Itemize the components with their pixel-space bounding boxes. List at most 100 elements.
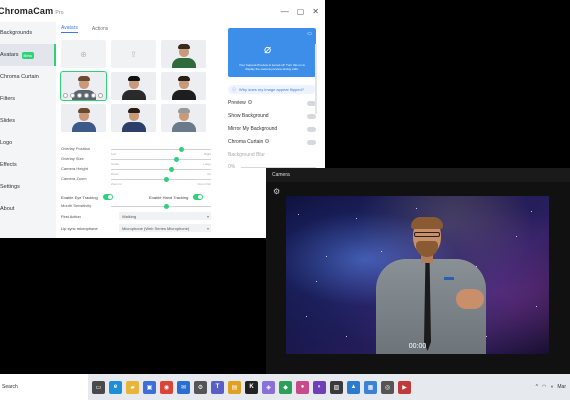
avatar-body [71, 122, 96, 132]
mouth-sensitivity-knob[interactable] [164, 204, 169, 209]
option-label: Background Blur [228, 152, 265, 158]
star [298, 214, 299, 215]
hand-tracking-label: Enable Hand Tracking [149, 194, 189, 200]
chrome-icon[interactable]: ◉ [160, 380, 173, 394]
taskbar-search[interactable]: Search [0, 374, 88, 400]
app7-icon[interactable]: ▦ [364, 380, 377, 394]
sidebar-item-label: About [0, 206, 15, 212]
info-icon[interactable] [265, 139, 270, 143]
avatar-card[interactable]: ⇪ [111, 40, 156, 68]
maximize-button[interactable]: ▢ [297, 7, 305, 16]
tray-date[interactable]: Mar [557, 384, 566, 390]
lip-sync-select[interactable]: Microphone (Web Series Microphone) ▾ [119, 224, 211, 232]
app2-icon[interactable]: ◆ [279, 380, 292, 394]
app8-icon[interactable]: ▶ [398, 380, 411, 394]
star [536, 306, 537, 307]
sidebar-item-chroma-curtain[interactable]: Chroma Curtain [0, 66, 56, 88]
sidebar-item-settings[interactable]: Settings [0, 176, 56, 198]
avatar-hair [177, 44, 190, 49]
settings-icon[interactable]: ⚙ [194, 380, 207, 394]
sidebar-item-about[interactable]: About [0, 198, 56, 220]
gear-icon[interactable]: ⚙ [273, 187, 280, 196]
k-app-icon[interactable]: K [245, 380, 258, 394]
avatar-card[interactable] [111, 104, 156, 132]
first-action-value: Walking [122, 213, 137, 219]
app5-icon[interactable]: ▨ [330, 380, 343, 394]
avatar-card[interactable] [61, 104, 106, 132]
option-toggle[interactable] [307, 139, 316, 145]
sidebar-item-label: Filters [0, 96, 15, 102]
sidebar-item-slides[interactable]: Slides [0, 110, 56, 132]
tray-chevron-icon[interactable]: ^ [536, 384, 538, 390]
sidebar-item-label: Backgrounds [0, 30, 33, 36]
sidebar-item-avatars[interactable]: Avatars Beta [0, 44, 56, 66]
option-toggle[interactable] [307, 113, 316, 119]
avatar-tool-icon[interactable] [77, 93, 82, 98]
hand-tracking-toggle[interactable] [193, 194, 204, 200]
avatar-figure [371, 217, 501, 354]
avatar-body [171, 122, 196, 132]
option-background-blur[interactable]: Background Blur [228, 152, 316, 158]
slider-label: Overlay Size [61, 156, 84, 161]
tab-avatars[interactable]: Avatars [61, 25, 78, 33]
option-chroma-curtain[interactable]: Chroma Curtain [228, 139, 316, 145]
avatar-card[interactable] [111, 72, 156, 100]
avatar-glasses [414, 232, 440, 237]
file-explorer-icon[interactable]: ▰ [126, 380, 139, 394]
mail-icon[interactable]: ✉ [177, 380, 190, 394]
info-icon[interactable] [247, 100, 252, 104]
eye-tracking-row: Enable Eye Tracking [61, 194, 113, 200]
camera-toggle-icon[interactable]: ▭ [307, 31, 312, 37]
edge-icon[interactable]: e [109, 380, 122, 394]
minimize-button[interactable]: — [281, 7, 289, 16]
info-icon: ⓘ [232, 86, 236, 92]
slider-track[interactable] [111, 167, 211, 172]
avatar-card[interactable] [60, 71, 107, 101]
sidebar-item-effects[interactable]: Effects [0, 154, 56, 176]
avatar-card[interactable] [161, 40, 206, 68]
photos-icon[interactable]: ◈ [262, 380, 275, 394]
avatar-tool-icon[interactable] [70, 93, 75, 98]
network-icon[interactable]: ◠ [542, 384, 546, 390]
slider-label: Overlay Position [61, 146, 91, 151]
upload-icon: ⇪ [130, 49, 137, 59]
option-mirror-my-background[interactable]: Mirror My Background [228, 126, 316, 132]
avatar-card[interactable] [161, 72, 206, 100]
option-label: Mirror My Background [228, 126, 278, 132]
mouth-sensitivity-track[interactable] [111, 204, 211, 209]
close-button[interactable]: ✕ [312, 7, 319, 16]
volume-icon[interactable]: ◖ [550, 384, 553, 390]
right-scrollbar[interactable] [315, 44, 317, 114]
app4-icon[interactable]: ◐ [313, 380, 326, 394]
tab-actions[interactable]: Actions [92, 26, 108, 32]
first-action-select[interactable]: Walking ▾ [119, 212, 211, 220]
avatar-tool-icon[interactable] [91, 93, 96, 98]
avatar-tool-icon[interactable] [63, 93, 68, 98]
sidebar-item-backgrounds[interactable]: Backgrounds [0, 22, 56, 44]
option-preview[interactable]: Preview [228, 100, 316, 106]
avatar-card[interactable] [161, 104, 206, 132]
camera-app-icon[interactable]: ◎ [381, 380, 394, 394]
option-toggle[interactable] [307, 126, 316, 132]
eye-tracking-toggle[interactable] [102, 194, 113, 200]
app3-icon[interactable]: ● [296, 380, 309, 394]
sidebar-item-filters[interactable]: Filters [0, 88, 56, 110]
avatar-hair [127, 108, 140, 113]
option-show-background[interactable]: Show Background [228, 113, 316, 119]
task-view-icon[interactable]: ▭ [92, 380, 105, 394]
avatar-tool-icon[interactable] [98, 93, 103, 98]
avatar-tool-icon[interactable] [84, 93, 89, 98]
slider-track[interactable] [111, 177, 211, 182]
app6-icon[interactable]: ▲ [347, 380, 360, 394]
flipped-image-link[interactable]: ⓘ Why does my image appear flipped? [228, 85, 316, 94]
sidebar-item-label: Chroma Curtain [0, 74, 39, 80]
avatar-card[interactable]: ⊕ [61, 40, 106, 68]
slider-track[interactable] [111, 157, 211, 162]
camera-preview-card: ▭ ⌀ Your Camera Preview is turned off. T… [228, 28, 316, 77]
teams-icon[interactable]: T [211, 380, 224, 394]
sidebar-item-logo[interactable]: Logo [0, 132, 56, 154]
slider-track[interactable] [111, 147, 211, 152]
eye-tracking-label: Enable Eye Tracking [61, 194, 98, 200]
store-icon[interactable]: ▣ [143, 380, 156, 394]
app-icon[interactable]: ▤ [228, 380, 241, 394]
